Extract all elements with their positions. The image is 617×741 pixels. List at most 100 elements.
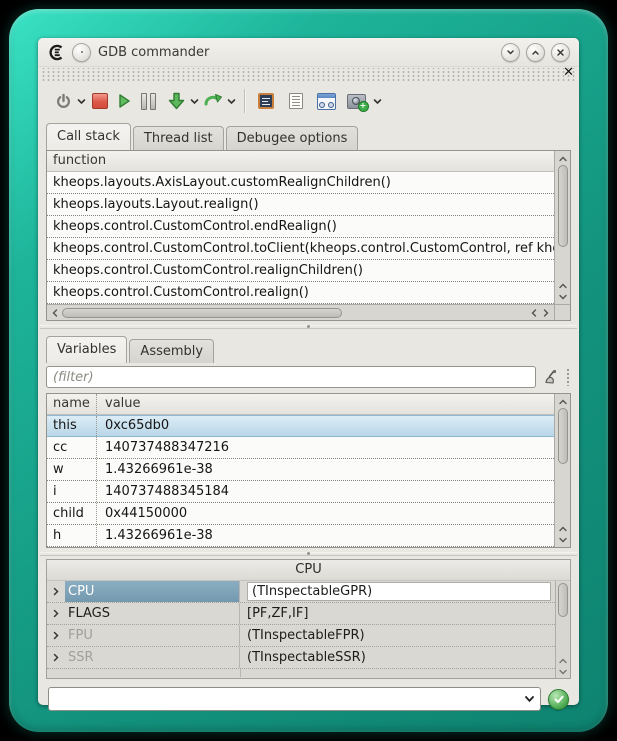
send-command-button[interactable] [548,689,569,710]
callstack-list[interactable]: function kheops.layouts.AxisLayout.custo… [47,151,554,304]
variable-row[interactable]: i140737488345184 [47,481,554,503]
gdb-command-row [48,687,569,711]
cpu-row[interactable]: FLAGS [PF,ZF,IF] [47,603,555,625]
step-into-dropdown-icon[interactable] [188,88,201,114]
callstack-column-header[interactable]: function [47,151,554,172]
cpu-row[interactable]: SSR (TInspectableSSR) [47,647,555,669]
variables-vertical-scrollbar[interactable] [554,394,570,547]
scroll-left-icon[interactable] [528,307,540,318]
variable-row[interactable]: child0x44150000 [47,503,554,525]
stop-icon [92,93,108,109]
panel-grip-dots[interactable] [566,368,571,386]
camera-add-icon: + [347,94,366,109]
power-dropdown-icon[interactable] [75,88,88,114]
scrollbar-thumb[interactable] [62,308,342,318]
expand-arrow-icon[interactable] [47,653,65,662]
cpu-vertical-scrollbar[interactable] [555,581,570,678]
window-controls [501,43,570,62]
titlebar[interactable]: GDB commander [38,38,579,67]
scroll-up-icon[interactable] [557,523,569,534]
pause-icon [141,93,156,110]
cpu-grid-filler [47,669,555,677]
tab-call-stack[interactable]: Call stack [46,123,131,150]
debug-toolbar: + [38,83,579,119]
watch-window-icon [317,93,336,110]
gdb-commander-window: GDB commander ✕ [38,38,579,705]
filter-input[interactable] [46,366,536,388]
variables-table[interactable]: name value this0xc65db0 cc14073748834721… [47,394,554,547]
step-over-dropdown-icon[interactable] [225,88,238,114]
scrollbar-corner [554,304,570,320]
cpu-value-editor[interactable]: (TInspectableGPR) [247,582,551,601]
column-value[interactable]: value [97,394,141,414]
pause-button[interactable] [136,88,160,114]
view-messages-button[interactable] [284,88,308,114]
window-title: GDB commander [98,45,494,60]
scrollbar-thumb[interactable] [558,165,568,247]
variable-row-selected[interactable]: this0xc65db0 [47,415,554,437]
callstack-vertical-scrollbar[interactable] [554,151,570,304]
scroll-down-icon[interactable] [557,534,569,545]
callstack-row[interactable]: kheops.control.CustomControl.realign() [47,282,554,304]
gdb-command-input[interactable] [49,688,518,710]
filter-row [46,365,571,389]
expand-arrow-icon[interactable] [47,631,65,640]
variables-panel: name value this0xc65db0 cc14073748834721… [46,393,571,548]
scrollbar-thumb[interactable] [558,408,568,464]
expand-arrow-icon[interactable] [47,587,65,596]
cpu-inspector: CPU CPU (TInspectableGPR) FLAGS [PF,ZF,I… [46,559,571,679]
power-button[interactable] [51,88,75,114]
horizontal-splitter[interactable] [38,548,579,559]
snapshot-dropdown-icon[interactable] [371,88,384,114]
cpu-inspector-title: CPU [47,560,570,581]
step-into-button[interactable] [164,88,188,114]
expand-arrow-icon[interactable] [47,609,65,618]
scroll-up-icon[interactable] [557,396,569,407]
tab-variables[interactable]: Variables [46,336,127,363]
toolbar-separator [244,89,246,113]
callstack-horizontal-scrollbar[interactable] [47,304,554,320]
variable-row[interactable]: cc140737488347216 [47,437,554,459]
snapshot-button[interactable]: + [344,88,368,114]
callstack-panel: function kheops.layouts.AxisLayout.custo… [46,150,571,321]
app-logo-icon [47,43,65,61]
callstack-row[interactable]: kheops.control.CustomControl.endRealign(… [47,216,554,238]
run-button[interactable] [112,88,136,114]
cpu-row-selected[interactable]: CPU (TInspectableGPR) [47,581,555,603]
tab-thread-list[interactable]: Thread list [133,126,224,150]
window-options-button[interactable] [72,43,91,62]
stop-button[interactable] [88,88,112,114]
scroll-up-icon[interactable] [557,153,569,164]
view-cpu-button[interactable] [254,88,278,114]
variable-row[interactable]: w1.43266961e-38 [47,459,554,481]
tab-debugee-options[interactable]: Debugee options [226,126,359,150]
scroll-right-icon[interactable] [540,307,552,318]
column-name[interactable]: name [47,394,97,414]
minimize-button[interactable] [501,43,520,62]
variables-column-header[interactable]: name value [47,394,554,415]
close-button[interactable] [551,43,570,62]
clear-filter-button[interactable] [541,367,561,387]
scroll-down-icon[interactable] [557,666,569,677]
scroll-up-icon[interactable] [557,655,569,666]
cpu-row[interactable]: FPU (TInspectableFPR) [47,625,555,647]
callstack-row[interactable]: kheops.layouts.AxisLayout.customRealignC… [47,172,554,194]
callstack-row[interactable]: kheops.layouts.Layout.realign() [47,194,554,216]
scroll-up-icon[interactable] [557,280,569,291]
dock-close-icon[interactable]: ✕ [563,66,574,80]
scroll-down-icon[interactable] [557,291,569,302]
scroll-left-icon[interactable] [49,307,61,318]
dock-grip[interactable]: ✕ [40,68,577,82]
callstack-row[interactable]: kheops.control.CustomControl.realignChil… [47,260,554,282]
scrollbar-thumb[interactable] [558,583,568,617]
view-watch-button[interactable] [314,88,338,114]
tab-assembly[interactable]: Assembly [129,339,214,363]
callstack-row[interactable]: kheops.control.CustomControl.toClient(kh… [47,238,554,260]
horizontal-splitter[interactable] [38,321,579,332]
variable-row[interactable]: h1.43266961e-38 [47,525,554,547]
step-over-button[interactable] [201,88,225,114]
cpu-register-grid[interactable]: CPU (TInspectableGPR) FLAGS [PF,ZF,IF] F… [47,581,555,678]
gdb-command-combo[interactable] [48,687,541,711]
combo-dropdown-icon[interactable] [518,695,540,703]
maximize-button[interactable] [526,43,545,62]
